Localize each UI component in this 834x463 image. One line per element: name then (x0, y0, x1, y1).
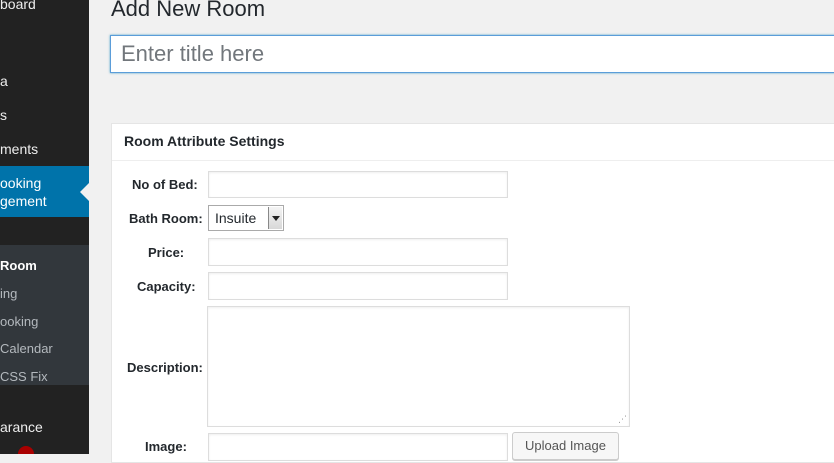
capacity-input[interactable] (208, 272, 508, 300)
plugin-icon (18, 446, 34, 454)
resize-handle-icon[interactable]: ⋰ (618, 415, 627, 424)
no-of-bed-input[interactable] (208, 171, 508, 198)
page-title: Add New Room (111, 0, 266, 21)
capacity-label: Capacity: (137, 279, 196, 294)
submenu-item-css-fix[interactable]: CSS Fix (0, 369, 48, 384)
select-dropdown-button[interactable] (268, 207, 282, 229)
sidebar-item-media[interactable]: a (0, 72, 89, 90)
postbox-title: Room Attribute Settings (124, 133, 285, 149)
chevron-down-icon (272, 216, 280, 221)
no-of-bed-label: No of Bed: (132, 177, 198, 192)
bath-room-label: Bath Room: (129, 211, 203, 226)
price-input[interactable] (208, 238, 508, 266)
sidebar-item-comments[interactable]: ments (0, 140, 89, 158)
image-url-input[interactable] (208, 433, 508, 461)
submenu-item-2[interactable]: ing (0, 286, 17, 301)
upload-image-button[interactable]: Upload Image (512, 432, 619, 460)
bath-room-select[interactable]: Insuite (208, 205, 284, 231)
sidebar-item-booking-management-label: ooking gement (0, 175, 47, 209)
title-input[interactable] (110, 35, 834, 73)
postbox-header: Room Attribute Settings (112, 124, 834, 161)
submenu-item-add-room[interactable]: Room (0, 258, 37, 273)
current-menu-arrow (80, 183, 89, 201)
sidebar-item-pages[interactable]: s (0, 106, 89, 124)
price-label: Price: (148, 245, 185, 260)
submenu-item-3[interactable]: ooking (0, 314, 38, 329)
sidebar-item-appearance[interactable]: arance (0, 418, 89, 436)
description-label: Description: (127, 360, 203, 375)
image-label: Image: (145, 439, 187, 454)
admin-sidebar: board a s ments ooking gement Room ing o… (0, 0, 89, 454)
submenu-item-calendar[interactable]: Calendar (0, 341, 53, 356)
sidebar-item-dashboard[interactable]: board (0, 0, 89, 13)
description-textarea[interactable]: ⋰ (207, 306, 630, 427)
bath-room-selected-value: Insuite (215, 210, 257, 226)
